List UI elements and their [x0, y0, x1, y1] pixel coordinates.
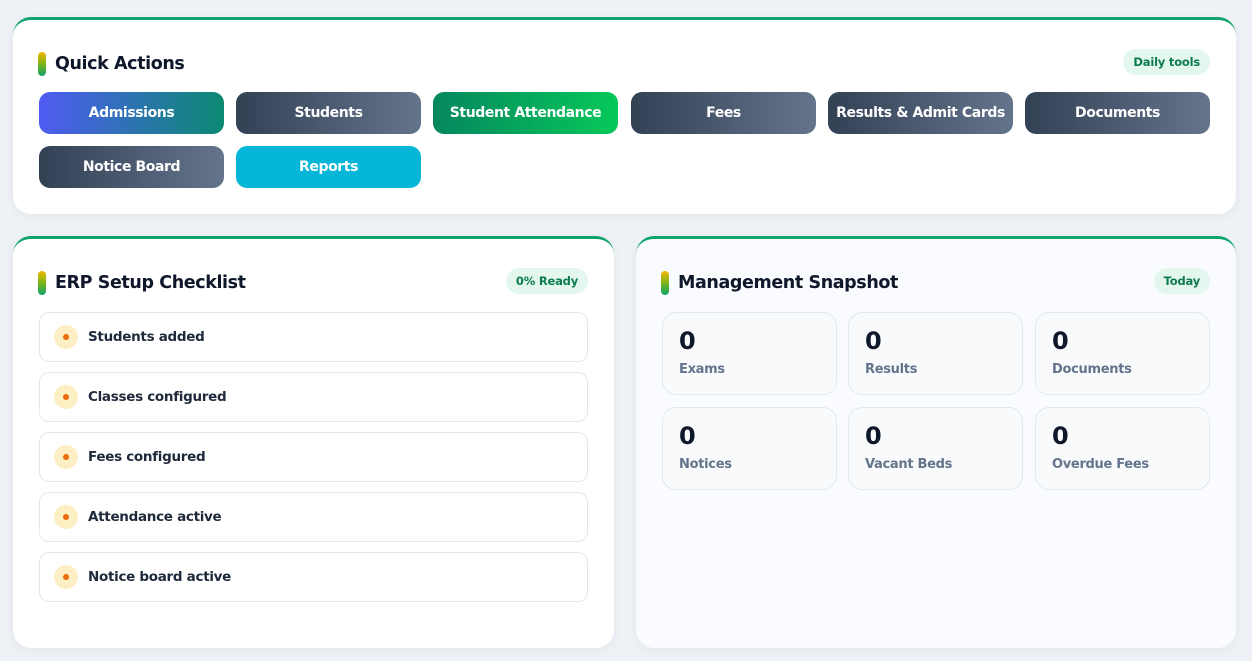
results-admit-cards-button[interactable]: Results & Admit Cards [828, 92, 1013, 134]
pending-status-icon [54, 445, 78, 469]
documents-button[interactable]: Documents [1025, 92, 1210, 134]
erp-setup-checklist-card: ERP Setup Checklist 0% Ready Students ad… [13, 236, 614, 648]
checklist-item-label: Students added [88, 329, 205, 345]
stat-label: Overdue Fees [1052, 457, 1149, 472]
stat-label: Results [865, 362, 918, 377]
daily-tools-badge: Daily tools [1123, 49, 1210, 75]
accent-bar-icon [38, 271, 46, 295]
stat-card-vacant-beds: 0 Vacant Beds [848, 407, 1023, 490]
checklist-item: Classes configured [39, 372, 588, 422]
management-snapshot-card: Management Snapshot Today 0 Exams 0 Resu… [636, 236, 1236, 648]
stat-card-overdue-fees: 0 Overdue Fees [1035, 407, 1210, 490]
stat-label: Vacant Beds [865, 457, 953, 472]
quick-actions-card: Quick Actions Daily tools Admissions Stu… [13, 17, 1236, 214]
checklist-item: Notice board active [39, 552, 588, 602]
stat-card-notices: 0 Notices [662, 407, 837, 490]
pending-status-icon [54, 565, 78, 589]
student-attendance-button[interactable]: Student Attendance [433, 92, 618, 134]
snapshot-header: Management Snapshot [661, 271, 898, 295]
checklist-item: Students added [39, 312, 588, 362]
stat-label: Notices [679, 457, 732, 472]
stat-label: Documents [1052, 362, 1132, 377]
admissions-button[interactable]: Admissions [39, 92, 224, 134]
checklist-item-label: Classes configured [88, 389, 227, 405]
stat-label: Exams [679, 362, 725, 377]
checklist-title: ERP Setup Checklist [55, 273, 246, 293]
today-badge: Today [1153, 268, 1210, 294]
stat-value: 0 [865, 327, 882, 355]
stat-value: 0 [679, 422, 696, 450]
stat-card-results: 0 Results [848, 312, 1023, 395]
stat-value: 0 [1052, 422, 1069, 450]
snapshot-title: Management Snapshot [678, 273, 898, 293]
accent-bar-icon [38, 52, 46, 76]
stat-card-exams: 0 Exams [662, 312, 837, 395]
stat-value: 0 [679, 327, 696, 355]
pending-status-icon [54, 325, 78, 349]
accent-bar-icon [661, 271, 669, 295]
fees-button[interactable]: Fees [631, 92, 816, 134]
ready-percent-badge: 0% Ready [505, 268, 588, 294]
checklist-item-label: Attendance active [88, 509, 222, 525]
checklist-item: Attendance active [39, 492, 588, 542]
students-button[interactable]: Students [236, 92, 421, 134]
checklist-item-label: Notice board active [88, 569, 232, 585]
stat-value: 0 [865, 422, 882, 450]
checklist-item-label: Fees configured [88, 449, 206, 465]
pending-status-icon [54, 505, 78, 529]
pending-status-icon [54, 385, 78, 409]
checklist-item: Fees configured [39, 432, 588, 482]
notice-board-button[interactable]: Notice Board [39, 146, 224, 188]
quick-actions-title: Quick Actions [55, 54, 185, 74]
quick-actions-header: Quick Actions [38, 52, 185, 76]
reports-button[interactable]: Reports [236, 146, 421, 188]
checklist-header: ERP Setup Checklist [38, 271, 246, 295]
stat-card-documents: 0 Documents [1035, 312, 1210, 395]
stat-value: 0 [1052, 327, 1069, 355]
